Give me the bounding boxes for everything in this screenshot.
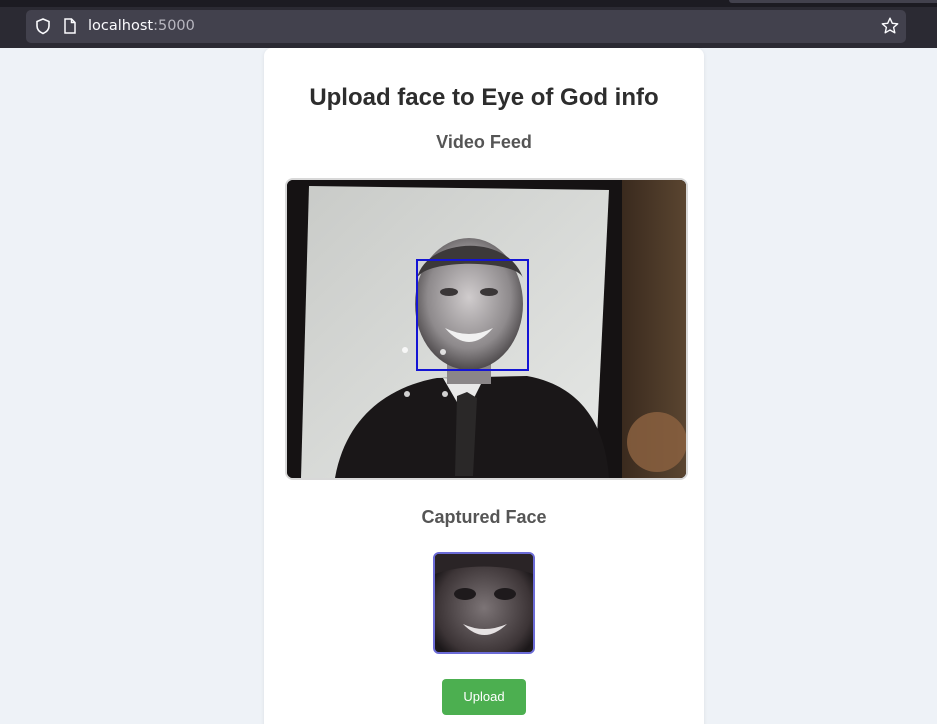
upload-button[interactable]: Upload xyxy=(442,679,526,715)
face-detection-box xyxy=(416,259,529,371)
captured-face-image xyxy=(433,552,535,654)
bookmark-star-icon[interactable] xyxy=(880,16,900,36)
captured-face-heading: Captured Face xyxy=(421,507,547,527)
video-feed-heading: Video Feed xyxy=(436,132,532,152)
upload-card: Upload face to Eye of God info Video Fee… xyxy=(264,48,704,724)
url-port: :5000 xyxy=(153,18,195,34)
url-host: localhost xyxy=(88,18,154,34)
shield-icon[interactable] xyxy=(34,17,52,35)
tab-strip xyxy=(0,0,937,7)
tab-edge xyxy=(729,0,937,3)
url-text[interactable]: localhost:5000 xyxy=(88,18,195,34)
video-feed xyxy=(285,178,688,480)
page-icon xyxy=(62,17,78,35)
address-bar[interactable]: localhost:5000 xyxy=(26,10,906,43)
page-title: Upload face to Eye of God info xyxy=(309,84,659,111)
browser-toolbar: localhost:5000 xyxy=(0,0,937,48)
